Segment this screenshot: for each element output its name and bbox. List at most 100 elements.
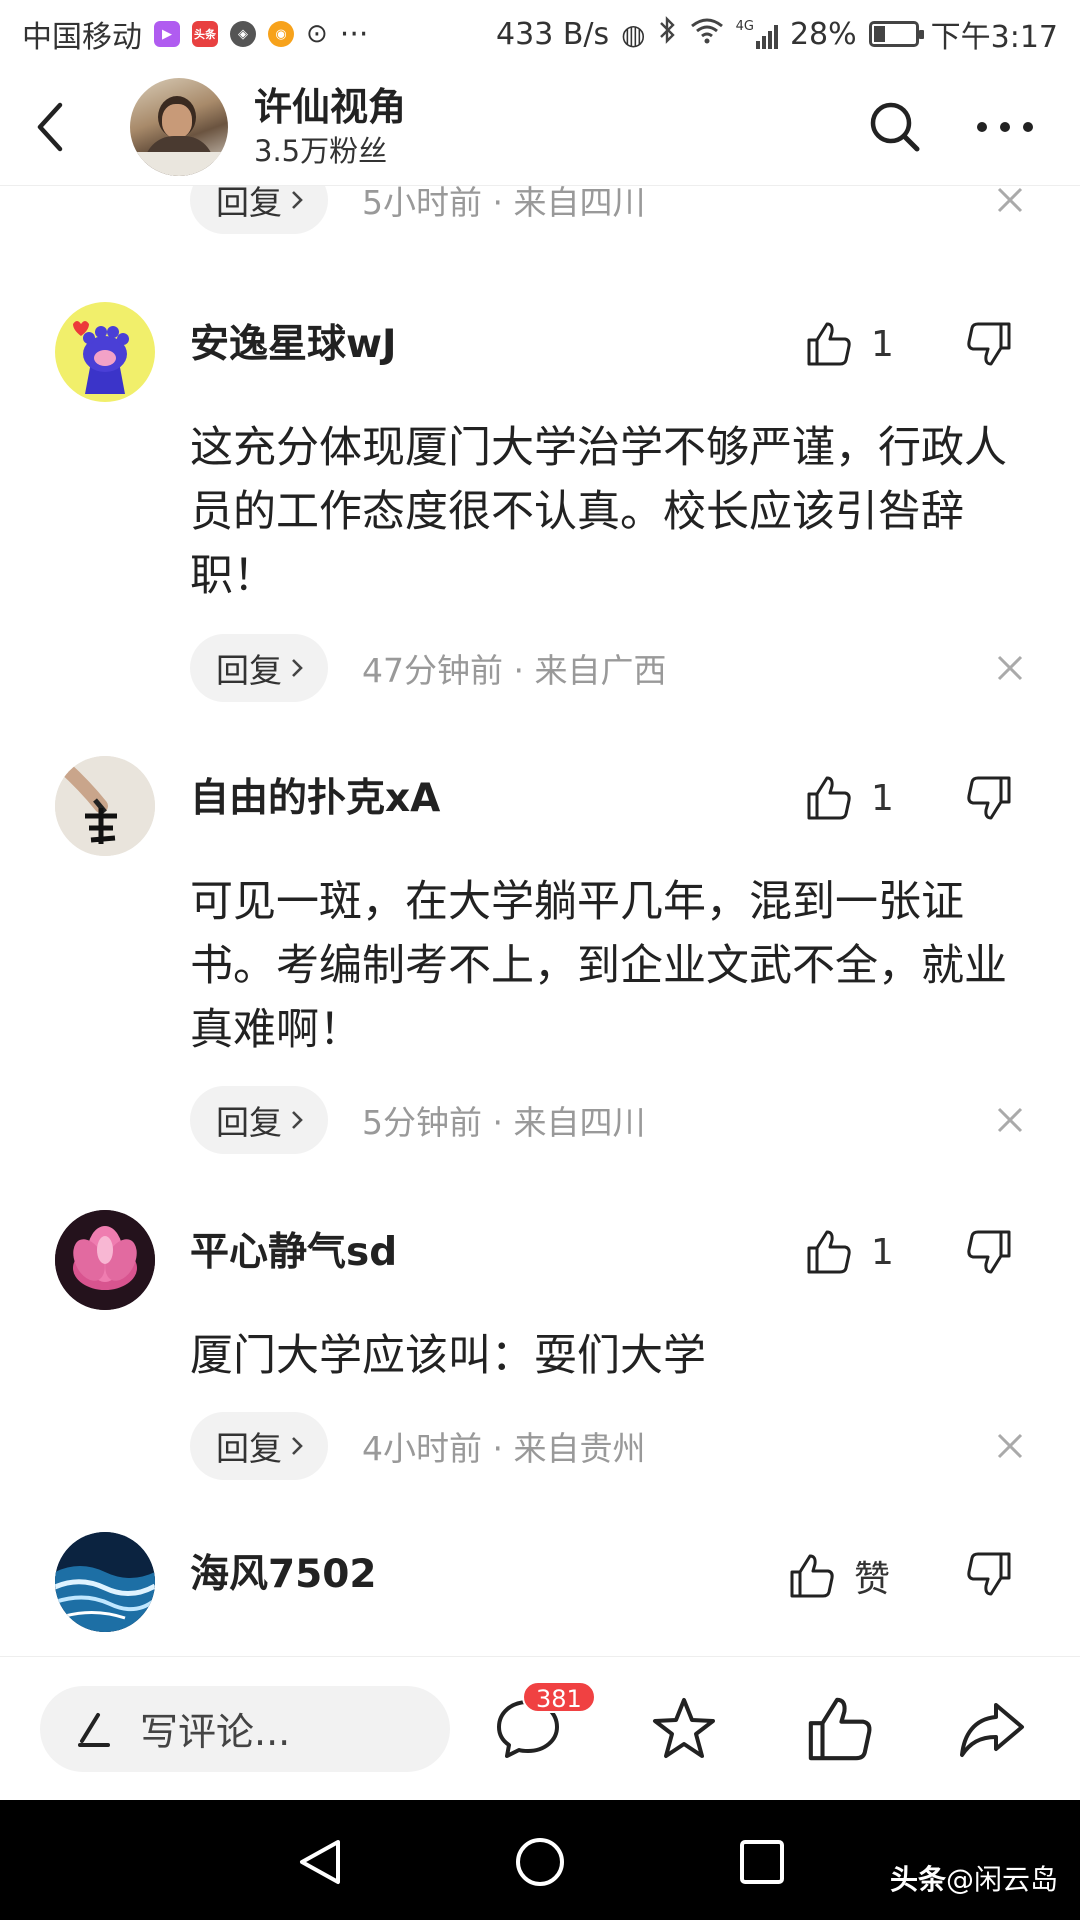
dislike-button[interactable] bbox=[965, 1550, 1015, 1600]
reply-row: 回复 47分钟前 · 来自广西 bbox=[190, 634, 1030, 702]
write-comment-input[interactable]: 写评论... bbox=[40, 1685, 450, 1772]
bluetooth-icon bbox=[658, 15, 678, 53]
commenter-avatar[interactable] bbox=[55, 1210, 155, 1310]
thumbs-up-icon bbox=[807, 776, 851, 820]
watermark: 头条@闲云岛 bbox=[890, 1858, 1058, 1898]
thumbs-down-icon bbox=[967, 1552, 1011, 1596]
like-button[interactable]: 1 bbox=[805, 1228, 894, 1276]
close-icon bbox=[997, 187, 1023, 213]
search-button[interactable] bbox=[860, 92, 930, 162]
like-count: 1 bbox=[871, 777, 894, 819]
author-name[interactable]: 许仙视角 bbox=[254, 83, 406, 131]
like-article-button[interactable] bbox=[800, 1689, 880, 1769]
like-count: 1 bbox=[871, 323, 894, 365]
commenter-name[interactable]: 海风7502 bbox=[190, 1550, 377, 1600]
commenter-name[interactable]: 自由的扑克xA bbox=[190, 774, 440, 824]
like-label: 赞 bbox=[854, 1559, 891, 1600]
comment-meta: 5分钟前 · 来自四川 bbox=[362, 1103, 646, 1142]
lotus-flower-icon bbox=[55, 1210, 155, 1310]
comment-text: 可见一斑，在大学躺平几年，混到一张证书。考编制考不上，到企业文武不全，就业真难啊… bbox=[190, 877, 1007, 1055]
close-icon bbox=[997, 1433, 1023, 1459]
dislike-button[interactable] bbox=[965, 774, 1015, 824]
watermark-handle: @闲云岛 bbox=[945, 1863, 1058, 1896]
comments-button[interactable]: 381 bbox=[488, 1681, 596, 1769]
reply-row: 回复 5分钟前 · 来自四川 bbox=[190, 1086, 1030, 1154]
close-icon bbox=[997, 1107, 1023, 1133]
nav-home-icon[interactable] bbox=[512, 1834, 568, 1890]
ocean-wave-icon bbox=[55, 1532, 155, 1632]
more-dots-icon bbox=[977, 121, 1033, 132]
notification-icon: ⊙ bbox=[306, 19, 328, 49]
weibo-icon: ◉ bbox=[268, 21, 294, 47]
reply-button[interactable]: 回复 bbox=[190, 634, 328, 702]
previous-reply-row: 回复 5小时前 · 来自四川 bbox=[190, 186, 1030, 234]
reply-row: 回复 4小时前 · 来自贵州 bbox=[190, 1412, 1030, 1480]
toutiao-app-icon: 头条 bbox=[192, 21, 218, 47]
reply-button[interactable]: 回复 bbox=[190, 1086, 328, 1154]
header: 许仙视角 3.5万粉丝 bbox=[0, 68, 1080, 186]
commenter-avatar[interactable] bbox=[55, 1532, 155, 1632]
video-app-icon: ▶ bbox=[154, 21, 180, 47]
thumbs-down-icon bbox=[967, 1230, 1011, 1274]
comment-text: 这充分体现厦门大学治学不够严谨，行政人员的工作态度很不认真。校长应该引咎辞职！ bbox=[190, 423, 1007, 601]
dismiss-button[interactable] bbox=[990, 1426, 1030, 1466]
commenter-avatar[interactable] bbox=[55, 756, 155, 856]
thumbs-down-icon bbox=[967, 322, 1011, 366]
chevron-right-icon bbox=[292, 191, 303, 209]
nav-recents-icon[interactable] bbox=[734, 1834, 790, 1890]
back-button[interactable] bbox=[0, 68, 100, 185]
like-button[interactable]: 1 bbox=[805, 774, 894, 822]
like-button[interactable]: 赞 bbox=[788, 1550, 890, 1602]
like-button[interactable]: 1 bbox=[805, 320, 894, 368]
comment-text: 厦门大学应该叫：耍们大学 bbox=[190, 1331, 706, 1381]
carrier-label: 中国移动 bbox=[22, 20, 142, 55]
network-type: 4G bbox=[735, 19, 754, 34]
comment-list[interactable]: 回复 5小时前 · 来自四川 安逸星球wJ 1 这充分体现厦门大学治学不够严谨，… bbox=[0, 186, 1080, 1656]
commenter-name[interactable]: 安逸星球wJ bbox=[190, 320, 397, 370]
thumbs-down-icon bbox=[967, 776, 1011, 820]
more-notifications-icon: ··· bbox=[339, 16, 369, 52]
share-arrow-icon bbox=[960, 1703, 1024, 1757]
reply-button[interactable]: 回复 bbox=[190, 1412, 328, 1480]
dismiss-button[interactable] bbox=[990, 1100, 1030, 1140]
share-button[interactable] bbox=[952, 1689, 1032, 1769]
thumbs-up-icon bbox=[807, 322, 851, 366]
pen-icon bbox=[78, 1712, 110, 1747]
author-fans-count: 3.5万粉丝 bbox=[254, 133, 388, 168]
paw-icon bbox=[73, 321, 129, 394]
clock: 下午3:17 bbox=[930, 20, 1058, 55]
dislike-button[interactable] bbox=[965, 320, 1015, 370]
wifi-icon bbox=[690, 16, 724, 52]
commenter-name[interactable]: 平心静气sd bbox=[190, 1228, 397, 1278]
battery-icon bbox=[868, 21, 924, 47]
app-icon: ◈ bbox=[230, 21, 256, 47]
dismiss-button[interactable] bbox=[990, 186, 1030, 220]
reply-label: 回复 bbox=[216, 186, 282, 222]
more-button[interactable] bbox=[970, 92, 1040, 162]
write-comment-placeholder: 写评论... bbox=[140, 1710, 291, 1754]
net-speed: 433 B/s bbox=[496, 16, 610, 52]
screen: 中国移动 ▶ 头条 ◈ ◉ ⊙ ··· 433 B/s ◍ 4G 28% 下午3… bbox=[0, 0, 1080, 1920]
data-saver-icon: ◍ bbox=[621, 17, 646, 51]
comment-meta: 4小时前 · 来自贵州 bbox=[362, 1429, 646, 1468]
nav-back-icon[interactable] bbox=[294, 1834, 350, 1890]
thumbs-up-icon bbox=[807, 1230, 851, 1274]
battery-fill bbox=[873, 26, 885, 42]
chevron-left-icon bbox=[37, 102, 63, 151]
star-icon bbox=[653, 1698, 715, 1758]
reply-button[interactable]: 回复 bbox=[190, 186, 328, 234]
thumbs-up-icon bbox=[790, 1554, 834, 1598]
dismiss-button[interactable] bbox=[990, 648, 1030, 688]
favorite-button[interactable] bbox=[644, 1689, 724, 1769]
dislike-button[interactable] bbox=[965, 1228, 1015, 1278]
watermark-brand: 头条 bbox=[889, 1863, 946, 1896]
chevron-right-icon bbox=[292, 659, 303, 677]
comment-count-badge: 381 bbox=[522, 1681, 596, 1713]
status-bar: 中国移动 ▶ 头条 ◈ ◉ ⊙ ··· 433 B/s ◍ 4G 28% 下午3… bbox=[0, 0, 1080, 68]
bottom-action-bar: 写评论... 381 bbox=[0, 1656, 1080, 1800]
chevron-right-icon bbox=[292, 1111, 303, 1129]
search-icon bbox=[870, 102, 920, 151]
commenter-avatar[interactable] bbox=[55, 302, 155, 402]
author-avatar[interactable] bbox=[130, 77, 228, 176]
reply-label: 回复 bbox=[216, 1103, 282, 1142]
